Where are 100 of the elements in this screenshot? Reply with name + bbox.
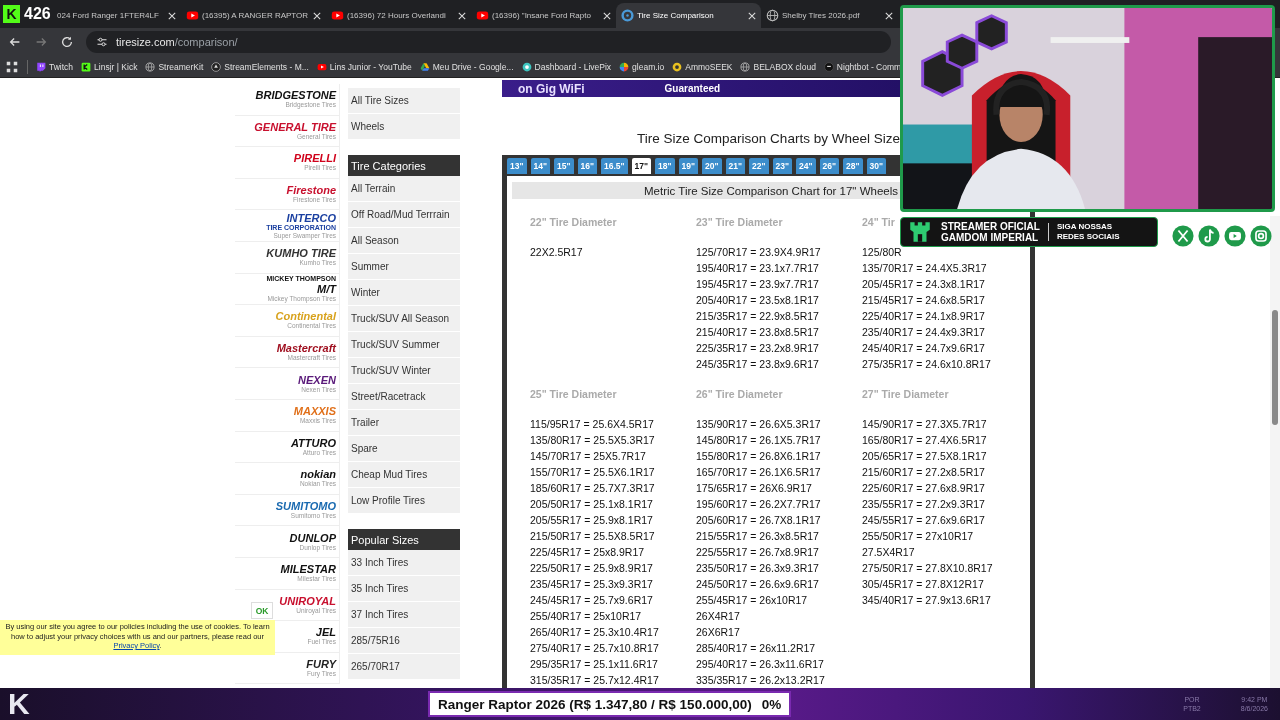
close-icon[interactable] <box>168 11 176 20</box>
page-heading: Tire Size Comparison Charts by Wheel Size <box>636 131 901 148</box>
size-entry: 235/40R17 = 24.4x9.3R17 <box>862 325 985 340</box>
size-tab[interactable]: 13" <box>507 158 527 174</box>
column-heading: 25" Tire Diameter <box>530 388 617 401</box>
play-icon <box>186 9 199 22</box>
ad-banner[interactable]: on Gig WiFi Guaranteed <box>502 80 900 97</box>
menu-link[interactable]: Winter <box>348 280 460 306</box>
counter-value: 426 <box>24 5 51 23</box>
size-entry: 195/60R17 = 26.2X7.7R17 <box>696 497 821 512</box>
size-tab[interactable]: 18" <box>655 158 675 174</box>
apps-grid-icon[interactable] <box>5 59 19 74</box>
size-entry: 115/95R17 = 25.6X4.5R17 <box>530 417 654 432</box>
menu-link[interactable]: 285/75R16 <box>348 628 460 654</box>
size-entry: 195/40R17 = 23.1x7.7R17 <box>696 261 819 276</box>
menu-link[interactable]: Truck/SUV Winter <box>348 358 460 384</box>
size-tab[interactable]: 15" <box>554 158 574 174</box>
size-entry: 235/55R17 = 27.2x9.3R17 <box>862 497 985 512</box>
address-field[interactable]: tiresize.com/comparison/ <box>86 31 891 53</box>
size-entry: 275/50R17 = 27.8X10.8R17 <box>862 561 993 576</box>
menu-link[interactable]: Wheels <box>348 114 460 140</box>
menu-link[interactable]: 35 Inch Tires <box>348 576 460 602</box>
size-tab[interactable]: 16.5" <box>601 158 628 174</box>
close-icon[interactable] <box>458 11 466 20</box>
size-entry: 215/40R17 = 23.8x8.5R17 <box>696 325 819 340</box>
menu-link[interactable]: All Terrain <box>348 176 460 202</box>
size-entry: 195/45R17 = 23.9x7.7R17 <box>696 277 819 292</box>
size-tab[interactable]: 28" <box>843 158 863 174</box>
size-entry: 135/90R17 = 26.6X5.3R17 <box>696 417 821 432</box>
bookmark[interactable]: Twitch <box>36 61 74 72</box>
close-icon[interactable] <box>603 11 611 20</box>
size-tab[interactable]: 26" <box>819 158 840 174</box>
menu-link[interactable]: Low Profile Tires <box>348 488 460 514</box>
size-tab[interactable]: 21" <box>725 158 746 174</box>
menu-link[interactable]: Truck/SUV Summer <box>348 332 460 358</box>
size-entry: 135/80R17 = 25.5X5.3R17 <box>530 433 655 448</box>
size-entry: 235/45R17 = 25.3x9.3R17 <box>530 577 653 592</box>
size-tab[interactable]: 23" <box>772 158 793 174</box>
size-entry: 205/40R17 = 23.5x8.1R17 <box>696 293 819 308</box>
site-info-icon[interactable] <box>96 36 108 48</box>
browser-tab[interactable]: Tire Size Comparison <box>616 3 761 28</box>
camera-icon[interactable] <box>1250 225 1272 247</box>
bookmark[interactable]: Linsjr | Kick <box>81 61 138 72</box>
size-entry: 215/55R17 = 26.3x8.5R17 <box>696 529 819 544</box>
bookmark[interactable]: Lins Junior - YouTube <box>316 61 412 72</box>
column-heading: 23" Tire Diameter <box>696 216 783 229</box>
size-tab[interactable]: 16" <box>577 158 597 174</box>
browser-tab[interactable]: (16395) A RANGER RAPTOR <box>181 3 326 28</box>
bookmark[interactable]: BELABOX cloud <box>740 61 816 72</box>
forward-icon[interactable] <box>34 35 48 49</box>
cross-icon[interactable] <box>1172 225 1194 247</box>
browser-tab[interactable]: (16396) "Insane Ford Rapto <box>471 3 616 28</box>
size-entry: 245/45R17 = 25.7x9.6R17 <box>530 593 653 608</box>
bookmark[interactable]: StreamElements - M... <box>211 61 309 72</box>
browser-tab[interactable]: 024 Ford Ranger 1FTER4LF <box>56 3 181 28</box>
size-tab[interactable]: 20" <box>702 158 722 174</box>
ok-button[interactable]: OK <box>251 602 273 619</box>
menu-link[interactable]: All Tire Sizes <box>348 88 460 114</box>
size-entry: 255/50R17 = 27x10R17 <box>862 529 974 544</box>
size-entry: 215/45R17 = 24.6x8.5R17 <box>862 293 985 308</box>
bookmark[interactable]: AmmoSEEK <box>672 61 733 72</box>
bookmark[interactable]: Dashboard - LivePix <box>521 61 612 72</box>
size-tab[interactable]: 24" <box>796 158 816 174</box>
menu-link[interactable]: All Season <box>348 228 460 254</box>
menu-link[interactable]: 37 Inch Tires <box>348 602 460 628</box>
play-icon[interactable] <box>1224 225 1246 247</box>
sponsor-title: STREAMER OFICIAL <box>941 221 1040 232</box>
scrollbar[interactable] <box>1270 216 1280 688</box>
bookmark[interactable]: StreamerKit <box>145 61 204 72</box>
size-entry: 265/40R17 = 25.3x10.4R17 <box>530 625 659 640</box>
browser-tab[interactable]: Shelby Tires 2026.pdf <box>761 3 898 28</box>
back-icon[interactable] <box>8 35 22 49</box>
close-icon[interactable] <box>313 11 321 20</box>
menu-link[interactable]: Summer <box>348 254 460 280</box>
menu-link[interactable]: Trailer <box>348 410 460 436</box>
section-header: Popular Sizes <box>348 529 460 550</box>
close-icon[interactable] <box>748 11 756 20</box>
url-text: tiresize.com/comparison/ <box>116 36 238 48</box>
menu-link[interactable]: 33 Inch Tires <box>348 550 460 576</box>
play-icon <box>331 9 344 22</box>
menu-link[interactable]: Spare <box>348 436 460 462</box>
menu-link[interactable]: Street/Racetrack <box>348 384 460 410</box>
menu-link[interactable]: 265/70R17 <box>348 654 460 680</box>
menu-link[interactable]: Cheap Mud Tires <box>348 462 460 488</box>
bookmark[interactable]: gleam.io <box>619 61 665 72</box>
size-tab[interactable]: 30" <box>866 158 887 174</box>
size-tab[interactable]: 17" <box>631 158 652 174</box>
bookmark[interactable]: Meu Drive - Google... <box>419 61 514 72</box>
menu-link[interactable]: Off Road/Mud Terrrain <box>348 202 460 228</box>
size-tab[interactable]: 19" <box>678 158 699 174</box>
close-icon[interactable] <box>885 11 893 20</box>
size-tab[interactable]: 14" <box>530 158 550 174</box>
corner-logo: K <box>8 688 31 720</box>
size-entry: 225/45R17 = 25x8.9R17 <box>530 545 645 560</box>
browser-tab[interactable]: (16396) 72 Hours Overlandi <box>326 3 471 28</box>
section-header: Tire Categories <box>348 155 460 176</box>
reload-icon[interactable] <box>60 35 74 49</box>
size-tab[interactable]: 22" <box>749 158 769 174</box>
music-note-icon[interactable] <box>1198 225 1220 247</box>
menu-link[interactable]: Truck/SUV All Season <box>348 306 460 332</box>
